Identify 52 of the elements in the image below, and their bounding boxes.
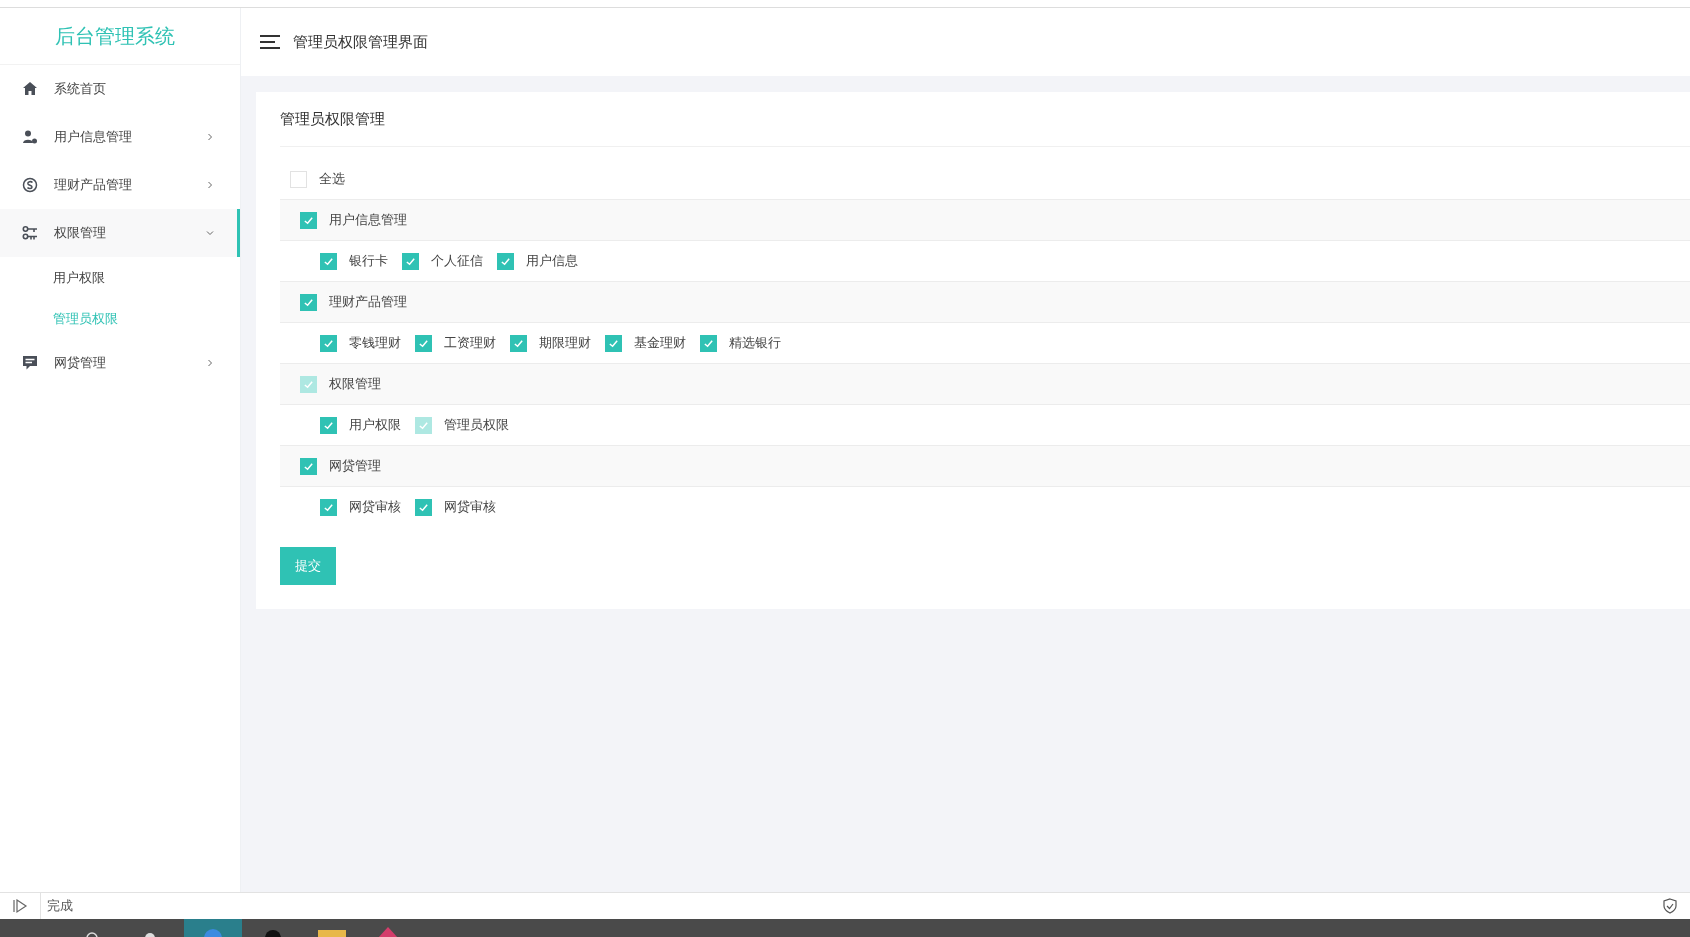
chevron-icon [205, 180, 215, 190]
checkbox[interactable]: 网贷审核 [415, 498, 496, 516]
sidebar-item[interactable]: 用户信息管理 [0, 113, 240, 161]
checkbox[interactable]: 全选 [290, 170, 345, 188]
check-icon [405, 255, 416, 267]
app-title: 后台管理系统 [55, 22, 175, 50]
check-icon [703, 337, 714, 349]
sidebar-item[interactable]: 系统首页 [0, 65, 240, 113]
check-icon [323, 337, 334, 349]
checkbox[interactable]: 基金理财 [605, 334, 686, 352]
status-text: 完成 [47, 898, 73, 913]
checkbox[interactable]: 用户信息 [497, 252, 578, 270]
sidebar-item[interactable]: 权限管理 [0, 209, 240, 257]
check-icon [303, 460, 314, 472]
checkbox[interactable]: 网贷管理 [300, 457, 381, 475]
checkbox[interactable]: 工资理财 [415, 334, 496, 352]
menu-item-icon [22, 129, 38, 145]
menu-item-icon [22, 177, 38, 193]
checkbox[interactable]: 银行卡 [320, 252, 388, 270]
check-icon [323, 419, 334, 431]
check-icon [418, 337, 429, 349]
check-icon [303, 378, 314, 390]
sidebar-item[interactable]: 网贷管理 [0, 339, 240, 387]
checkbox[interactable]: 精选银行 [700, 334, 781, 352]
checkbox[interactable]: 零钱理财 [320, 334, 401, 352]
menu-item-icon [22, 225, 38, 241]
page-title: 管理员权限管理界面 [293, 32, 428, 52]
check-icon [418, 501, 429, 513]
chevron-icon [205, 358, 215, 368]
chevron-icon [205, 132, 215, 142]
check-icon [303, 296, 314, 308]
check-icon [323, 501, 334, 513]
submenu-item[interactable]: 用户权限 [0, 257, 240, 298]
menu-item-icon [22, 355, 38, 371]
checkbox[interactable]: 理财产品管理 [300, 293, 407, 311]
checkbox[interactable]: 期限理财 [510, 334, 591, 352]
check-icon [500, 255, 511, 267]
checkbox[interactable]: 个人征信 [402, 252, 483, 270]
check-icon [418, 419, 429, 431]
checkbox[interactable]: 用户信息管理 [300, 211, 407, 229]
check-icon [513, 337, 524, 349]
chevron-icon [205, 228, 215, 238]
play-icon[interactable] [12, 898, 28, 914]
checkbox[interactable]: 网贷审核 [320, 498, 401, 516]
shield-icon[interactable] [1662, 898, 1678, 914]
sidebar-item[interactable]: 理财产品管理 [0, 161, 240, 209]
check-icon [608, 337, 619, 349]
menu-icon[interactable] [259, 34, 281, 50]
menu-item-icon [22, 81, 38, 97]
check-icon [323, 255, 334, 267]
card-title: 管理员权限管理 [280, 109, 385, 129]
check-icon [303, 214, 314, 226]
